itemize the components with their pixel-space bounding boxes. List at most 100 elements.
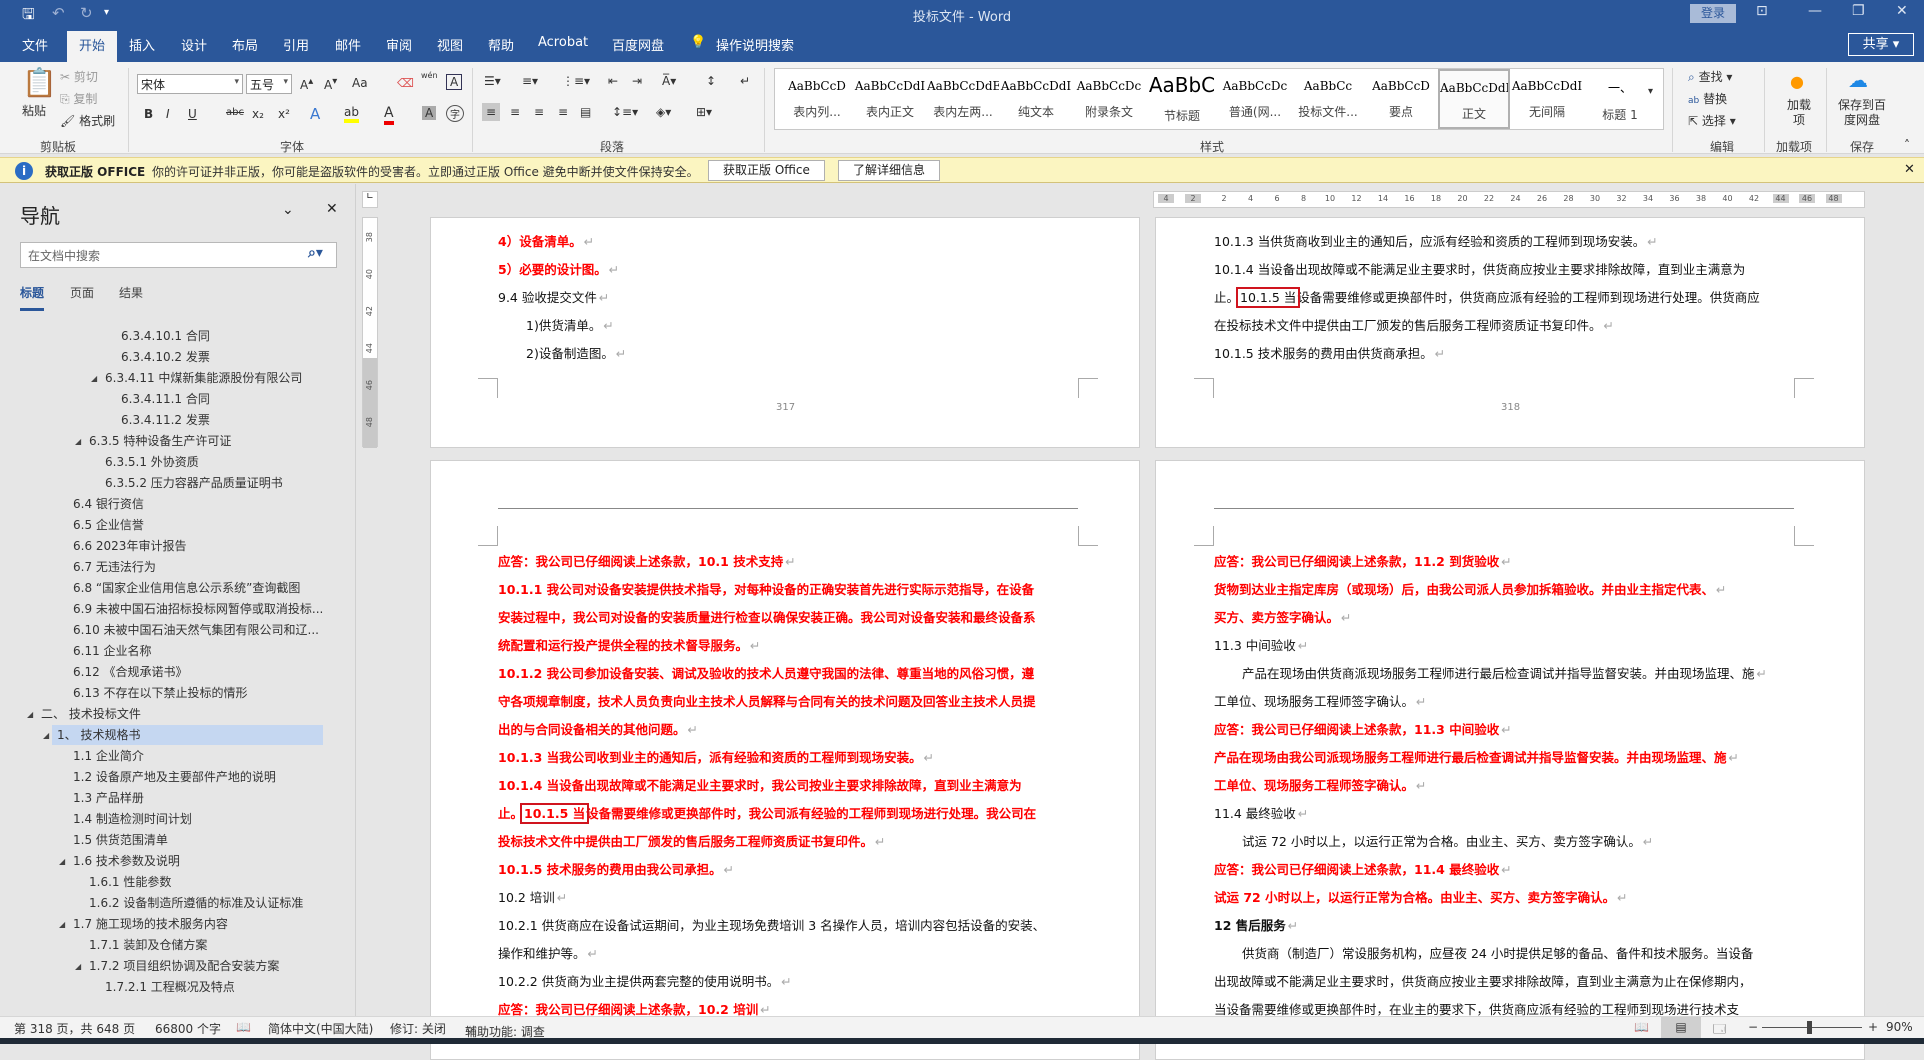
nav-heading-item[interactable]: ◢ 1、 技术规格书 <box>0 725 340 746</box>
zoom-out-button[interactable]: − <box>1748 1020 1758 1034</box>
nav-heading-item[interactable]: ◢ 1.7 施工现场的技术服务内容 <box>0 914 340 935</box>
nav-heading-item[interactable]: 1.2 设备原产地及主要部件产地的说明 <box>0 767 340 788</box>
restore-icon[interactable]: ❐ <box>1852 3 1865 19</box>
format-painter-button[interactable]: 🖌 格式刷 <box>60 112 115 129</box>
close-bar-icon[interactable]: ✕ <box>1904 162 1915 177</box>
zoom-slider[interactable] <box>1762 1027 1862 1028</box>
style-8[interactable]: AaBbCcD 要点 <box>1365 69 1437 129</box>
italic-button[interactable]: I <box>166 107 170 121</box>
text-line[interactable]: 11.4 最终验收 <box>1214 804 1308 824</box>
close-icon[interactable]: ✕ <box>1896 3 1908 19</box>
tab-file[interactable]: 文件 <box>22 35 48 54</box>
tab-design[interactable]: 设计 <box>181 35 207 54</box>
nav-heading-item[interactable]: 6.11 企业名称 <box>0 641 340 662</box>
text-line[interactable]: 10.1.2 我公司参加设备安装、调试及验收的技术人员遵守我国的法律、尊重当地的… <box>498 664 1034 684</box>
tab-help[interactable]: 帮助 <box>488 35 514 54</box>
justify-icon[interactable]: ≡ <box>558 105 568 119</box>
nav-options-chevron-icon[interactable]: ⌄ <box>282 202 294 218</box>
enclose-char-icon[interactable]: 字 <box>446 105 464 122</box>
collapse-ribbon-icon[interactable]: ˄ <box>1904 138 1910 152</box>
text-line[interactable]: 10.1.1 我公司对设备安装提供技术指导，对每种设备的正确安装首先进行实际示范… <box>498 580 1034 600</box>
font-size-combo[interactable]: 五号 <box>246 74 292 94</box>
text-line[interactable]: 应答：我公司已仔细阅读上述条款，10.1 技术支持 <box>498 552 796 572</box>
nav-heading-item[interactable]: 1.1 企业简介 <box>0 746 340 767</box>
strikethrough-button[interactable]: abc <box>226 107 244 118</box>
nav-heading-item[interactable]: 6.3.4.11.2 发票 <box>0 410 340 431</box>
read-mode-icon[interactable]: 📖 <box>1634 1020 1649 1034</box>
show-marks-icon[interactable]: ↵ <box>740 74 750 88</box>
nav-heading-item[interactable]: 6.3.4.10.1 合同 <box>0 326 340 347</box>
bold-button[interactable]: B <box>144 107 153 121</box>
zoom-slider-thumb[interactable] <box>1807 1021 1812 1034</box>
tab-home[interactable]: 开始 <box>67 31 118 62</box>
text-line[interactable]: 10.1.5 技术服务的费用由我公司承担。 <box>498 860 734 880</box>
tab-references[interactable]: 引用 <box>283 35 309 54</box>
tab-selector[interactable]: ∟ <box>362 191 378 208</box>
replace-button[interactable]: ab 替换 <box>1688 90 1727 107</box>
text-line[interactable]: 出的与合同设备相关的其他问题。 <box>498 720 698 740</box>
text-line[interactable]: 11.3 中间验收 <box>1214 636 1308 656</box>
page-count[interactable]: 第 318 页，共 648 页 <box>14 1020 135 1037</box>
line-spacing-icon[interactable]: ↕≡▾ <box>612 105 638 119</box>
text-line[interactable]: 10.1.3 当我公司收到业主的通知后，派有经验和资质的工程师到现场安装。 <box>498 748 934 768</box>
tab-view[interactable]: 视图 <box>437 35 463 54</box>
text-line[interactable]: 止。10.1.5 当设备需要维修或更换部件时，供货商应派有经验的工程师到现场进行… <box>1214 287 1760 308</box>
save-to-baidu-button[interactable]: 保存到百度网盘 <box>1836 98 1888 128</box>
learn-more-button[interactable]: 了解详细信息 <box>838 160 941 181</box>
nav-heading-item[interactable]: 6.8 “国家企业信用信息公示系统”查询截图 <box>0 578 340 599</box>
copy-button[interactable]: ⎘ 复制 <box>60 90 97 107</box>
text-line[interactable]: 产品在现场由我公司派现场服务工程师进行最后检查调试并指导监督安装。并由现场监理、… <box>1214 748 1739 768</box>
chinese-layout-icon[interactable]: A̅▾ <box>662 74 676 88</box>
style-11[interactable]: 一、 标题 1 <box>1584 69 1656 129</box>
nav-heading-item[interactable]: 6.3.5.1 外协资质 <box>0 452 340 473</box>
nav-heading-item[interactable]: 6.12 《合规承诺书》 <box>0 662 340 683</box>
borders-icon[interactable]: ⊞▾ <box>696 105 712 119</box>
change-case-button[interactable]: Aa <box>352 76 368 90</box>
ribbon-display-icon[interactable]: ⊡ <box>1756 3 1768 19</box>
search-icon[interactable]: ⌕▾ <box>308 245 323 261</box>
nav-heading-item[interactable]: ◢ 二、 技术投标文件 <box>0 704 340 725</box>
align-center-icon[interactable]: ≡ <box>510 105 520 119</box>
align-left-icon[interactable]: ≡ <box>482 103 501 121</box>
nav-heading-item[interactable]: ◢ 1.7.2 项目组织协调及配合安装方案 <box>0 956 340 977</box>
tab-layout[interactable]: 布局 <box>232 35 258 54</box>
subscript-button[interactable]: x₂ <box>252 107 264 121</box>
text-line[interactable]: 2)设备制造图。 <box>498 344 626 364</box>
expand-triangle-icon[interactable]: ◢ <box>59 851 65 872</box>
paste-button[interactable]: 粘贴 <box>22 102 46 119</box>
share-button[interactable]: 共享 ▾ <box>1848 33 1914 56</box>
shading-icon[interactable]: ◈▾ <box>656 105 671 119</box>
distributed-icon[interactable]: ▤ <box>580 105 591 119</box>
text-line[interactable]: 9.4 验收提交文件 <box>498 288 609 308</box>
expand-triangle-icon[interactable]: ◢ <box>75 431 81 452</box>
text-line[interactable]: 试运 72 小时以上，以运行正常为合格。由业主、买方、卖方签字确认。 <box>1214 832 1653 852</box>
tell-me-search[interactable]: 操作说明搜索 <box>716 35 794 54</box>
print-layout-icon[interactable]: ▤ <box>1661 1017 1701 1038</box>
text-line[interactable]: 工单位、现场服务工程师签字确认。 <box>1214 776 1427 796</box>
text-line[interactable]: 12 售后服务 <box>1214 916 1298 936</box>
nav-heading-item[interactable]: 6.3.5.2 压力容器产品质量证明书 <box>0 473 340 494</box>
nav-heading-item[interactable]: 6.3.4.10.2 发票 <box>0 347 340 368</box>
track-changes[interactable]: 修订: 关闭 <box>390 1020 446 1037</box>
tab-baidu-netdisk[interactable]: 百度网盘 <box>612 35 664 54</box>
text-line[interactable]: 安装过程中，我公司对设备的安装质量进行检查以确保安装正确。我公司对设备安装和最终… <box>498 608 1036 628</box>
text-line[interactable]: 统配置和运行投产提供全程的技术督导服务。 <box>498 636 761 656</box>
nav-heading-item[interactable]: ◢ 6.3.5 特种设备生产许可证 <box>0 431 340 452</box>
text-line[interactable]: 供货商（制造厂）常设服务机构，应昼夜 24 小时提供足够的备品、备件和技术服务。… <box>1214 944 1753 964</box>
text-line[interactable]: 投标技术文件中提供由工厂颁发的售后服务工程师资质证书复印件。 <box>498 832 886 852</box>
sort-icon[interactable]: ↕ <box>706 74 716 88</box>
increase-indent-icon[interactable]: ⇥ <box>632 74 642 88</box>
nav-heading-item[interactable]: 6.7 无违法行为 <box>0 557 340 578</box>
nav-tab-results[interactable]: 结果 <box>119 284 143 301</box>
nav-heading-item[interactable]: ◢ 6.3.4.11 中煤新集能源股份有限公司 <box>0 368 340 389</box>
font-color-icon[interactable]: A <box>384 105 394 125</box>
text-line[interactable]: 10.2 培训 <box>498 888 567 908</box>
styles-more-icon[interactable]: ▾ <box>1648 86 1653 97</box>
style-5[interactable]: AaBbC 节标题 <box>1146 69 1218 129</box>
paste-icon[interactable]: 📋 <box>22 66 57 99</box>
text-line[interactable]: 10.2.2 供货商为业主提供两套完整的使用说明书。 <box>498 972 792 992</box>
char-shading-icon[interactable]: A <box>422 106 437 120</box>
expand-triangle-icon[interactable]: ◢ <box>59 914 65 935</box>
text-line[interactable]: 应答：我公司已仔细阅读上述条款，11.4 最终验收 <box>1214 860 1512 880</box>
text-line[interactable]: 买方、卖方签字确认。 <box>1214 608 1352 628</box>
